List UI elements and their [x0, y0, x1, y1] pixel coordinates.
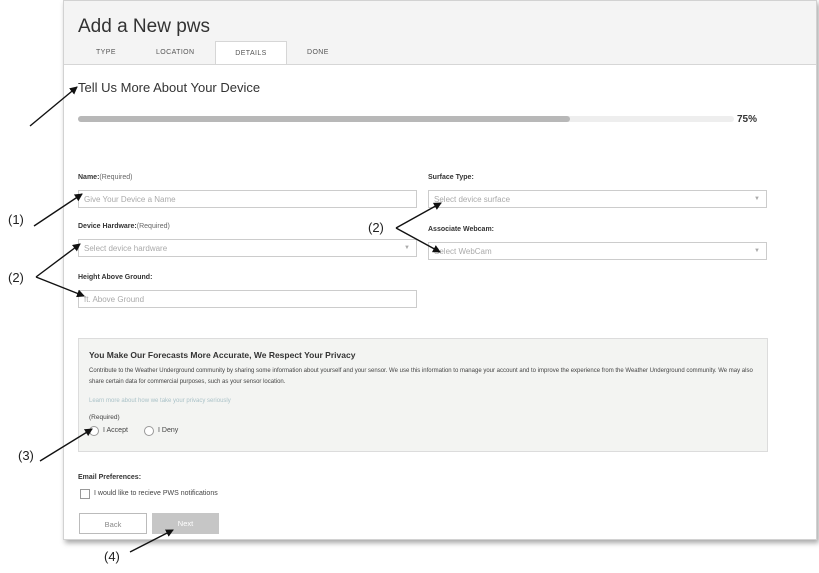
annotation-2-right: (2) — [368, 220, 384, 235]
annotation-1: (1) — [8, 212, 24, 227]
annotation-4: (4) — [104, 549, 120, 564]
annotation-3: (3) — [18, 448, 34, 463]
annotation-arrows — [29, 86, 442, 553]
annotation-2-left: (2) — [8, 270, 24, 285]
